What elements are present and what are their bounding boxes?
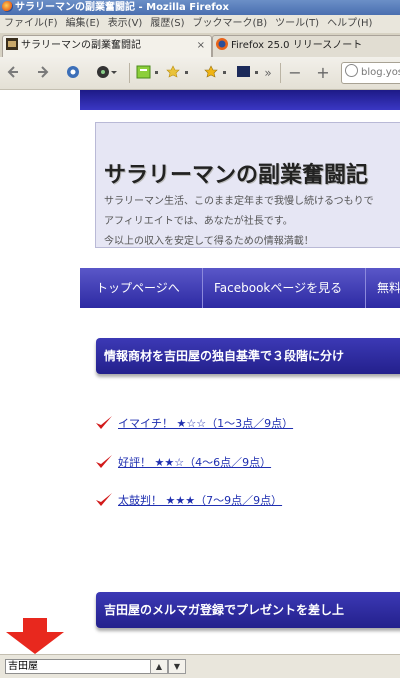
green-box-icon[interactable]	[136, 65, 162, 81]
tab-active[interactable]: サラリーマンの副業奮闘記 ×	[2, 35, 212, 57]
window-title-bar: サラリーマンの副業奮闘記 - Mozilla Firefox	[0, 0, 400, 15]
more-tools-button[interactable]: »	[262, 65, 274, 81]
navigation-toolbar: » − + blog.yos	[0, 57, 400, 90]
site-header: サラリーマンの副業奮闘記 サラリーマン生活、このまま定年まで我慢し続けるつもりで…	[95, 122, 400, 248]
toolbar-separator	[129, 63, 130, 83]
menu-history[interactable]: 履歴(S)	[146, 15, 188, 33]
checkmark-icon	[94, 454, 114, 470]
tab-inactive[interactable]: Firefox 25.0 リリースノート	[212, 35, 400, 57]
down-arrow-icon	[6, 618, 64, 657]
menu-edit[interactable]: 編集(E)	[62, 15, 104, 33]
nav-divider	[202, 268, 203, 308]
site-favicon-icon	[6, 38, 18, 50]
firefox-icon	[216, 38, 228, 50]
header-strip	[80, 90, 400, 110]
checkmark-icon	[94, 492, 114, 508]
page-menu-icon[interactable]	[96, 65, 118, 81]
sidebar-panel	[0, 90, 80, 650]
menu-file[interactable]: ファイル(F)	[0, 15, 62, 33]
nav-item-top[interactable]: トップページへ	[96, 268, 180, 308]
rating-link-low[interactable]: イマイチ！ ★☆☆（1～3点／9点）	[118, 417, 293, 430]
firefox-icon	[2, 1, 13, 12]
tab-label: サラリーマンの副業奮闘記	[21, 40, 141, 51]
list-item: 太鼓判！ ★★★（7～9点／9点）	[94, 492, 282, 512]
menu-view[interactable]: 表示(V)	[104, 15, 147, 33]
find-next-button[interactable]: ▼	[168, 659, 186, 674]
checkmark-icon	[94, 415, 114, 431]
favorite-star-icon[interactable]	[204, 65, 230, 81]
tab-label: Firefox 25.0 リリースノート	[231, 40, 363, 51]
find-previous-button[interactable]: ▲	[150, 659, 168, 674]
menu-bookmarks[interactable]: ブックマーク(B)	[189, 15, 272, 33]
monitor-icon[interactable]	[236, 65, 262, 81]
zoom-in-button[interactable]: +	[316, 65, 330, 81]
toolbar-separator	[280, 63, 281, 83]
nav-item-free[interactable]: 無料	[377, 268, 400, 308]
site-nav: トップページへ Facebookページを見る 無料	[80, 268, 400, 308]
tab-bar: サラリーマンの副業奮闘記 × Firefox 25.0 リリースノート	[0, 33, 400, 58]
url-text: blog.yos	[361, 67, 400, 78]
bookmark-star-icon[interactable]	[166, 65, 192, 81]
menu-help[interactable]: ヘルプ(H)	[323, 15, 376, 33]
url-bar[interactable]: blog.yos	[341, 62, 400, 84]
addon-icon[interactable]	[66, 65, 80, 81]
nav-item-facebook[interactable]: Facebookページを見る	[214, 268, 342, 308]
globe-icon	[345, 64, 358, 77]
menu-bar: ファイル(F) 編集(E) 表示(V) 履歴(S) ブックマーク(B) ツール(T) ヘルプ…	[0, 15, 400, 33]
site-description-1: サラリーマン生活、このまま定年まで我慢し続けるつもりで	[104, 196, 374, 207]
close-tab-icon[interactable]: ×	[197, 36, 205, 56]
section-heading-rating: 情報商材を吉田屋の独自基準で３段階に分け	[96, 338, 400, 374]
window-title: サラリーマンの副業奮闘記 - Mozilla Firefox	[15, 2, 229, 13]
find-input[interactable]	[5, 659, 151, 674]
list-item: イマイチ！ ★☆☆（1～3点／9点）	[94, 415, 293, 435]
zoom-out-button[interactable]: −	[288, 65, 302, 81]
back-arrow-icon[interactable]	[6, 65, 20, 81]
menu-tools[interactable]: ツール(T)	[271, 15, 323, 33]
site-description-2: アフィリエイトでは、あなたが社長です。	[104, 216, 293, 227]
forward-arrow-icon[interactable]	[36, 65, 50, 81]
section-heading-newsletter: 吉田屋のメルマガ登録でプレゼントを差し上	[96, 592, 400, 628]
page-content: サラリーマンの副業奮闘記 サラリーマン生活、このまま定年まで我慢し続けるつもりで…	[80, 90, 400, 650]
list-item: 好評！ ★★☆（4～6点／9点）	[94, 454, 271, 474]
rating-link-high[interactable]: 太鼓判！ ★★★（7～9点／9点）	[118, 494, 282, 507]
nav-divider	[365, 268, 366, 308]
site-description-3: 今以上の収入を安定して得るための情報満載！	[104, 236, 314, 247]
rating-link-mid[interactable]: 好評！ ★★☆（4～6点／9点）	[118, 456, 271, 469]
find-bar: ▲ ▼	[0, 654, 400, 678]
site-title[interactable]: サラリーマンの副業奮闘記	[104, 157, 368, 189]
